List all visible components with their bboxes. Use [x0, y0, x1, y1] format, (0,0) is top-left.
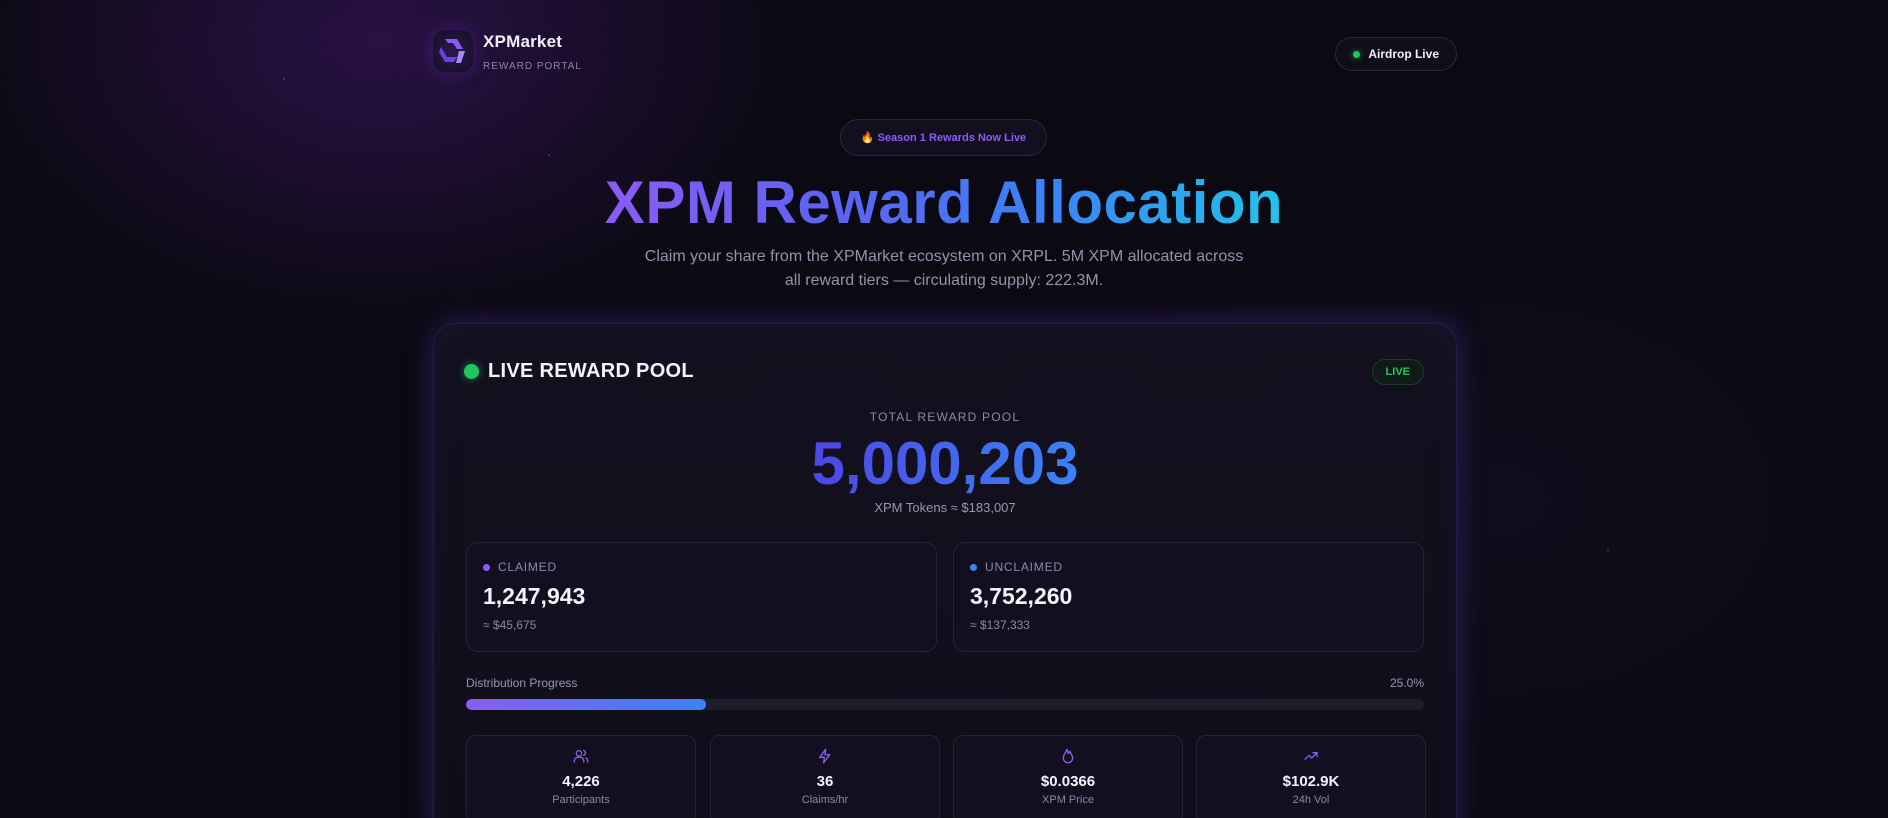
brand-name: XPMarket: [483, 32, 563, 51]
distribution-progress-fill: [466, 699, 706, 710]
users-icon: [573, 749, 589, 763]
total-pool-label: TOTAL REWARD POOL: [869, 410, 1021, 424]
metric-24h-volume: $102.9K 24h Vol: [1196, 735, 1426, 818]
page-title-text: XPM Reward Allocation: [604, 169, 1284, 236]
background-star: [283, 78, 285, 80]
claimed-value: 1,247,943: [483, 583, 586, 609]
progress-label: Distribution Progress: [466, 676, 578, 690]
page-subtitle: Claim your share from the XPMarket ecosy…: [644, 248, 1244, 289]
metric-claims-per-hour: 36 Claims/hr: [710, 735, 940, 818]
flame-icon: [1062, 748, 1074, 764]
metric-value: $0.0366: [1040, 773, 1096, 790]
metric-label: XPM Price: [1042, 794, 1094, 806]
live-indicator-icon: [464, 364, 479, 379]
lightning-icon: [819, 748, 831, 764]
pool-header-title: LIVE REWARD POOL: [488, 360, 694, 382]
metric-participants: 4,226 Participants: [466, 735, 696, 818]
metric-value: 36: [816, 773, 834, 790]
unclaimed-value: 3,752,260: [970, 583, 1073, 609]
claimed-usd: ≈ $45,675: [483, 618, 537, 632]
reward-pool-card: LIVE REWARD POOL LIVE TOTAL REWARD POOL …: [433, 323, 1457, 818]
distribution-progress-bar: [466, 699, 1424, 710]
airdrop-status-pill[interactable]: Airdrop Live: [1335, 37, 1457, 71]
unclaimed-dot-icon: [970, 563, 977, 571]
metric-value: $102.9K: [1282, 773, 1340, 790]
pool-header: LIVE REWARD POOL: [464, 360, 694, 383]
unclaimed-label: UNCLAIMED: [985, 560, 1063, 574]
xpmarket-logo-icon: [433, 30, 473, 72]
claimed-dot-icon: [483, 563, 490, 571]
background-star: [548, 154, 550, 156]
top-header: XPMarket REWARD PORTAL Airdrop Live: [433, 30, 1457, 80]
claimed-stat-box: CLAIMED 1,247,943 ≈ $45,675: [466, 542, 937, 652]
metric-label: Participants: [552, 794, 610, 806]
trending-up-icon: [1304, 752, 1318, 760]
total-pool-value: 5,000,203: [434, 428, 1456, 500]
live-status-dot-icon: [1353, 50, 1361, 58]
metric-value: 4,226: [562, 773, 600, 790]
brand-subtitle: REWARD PORTAL: [483, 61, 582, 72]
brand[interactable]: XPMarket REWARD PORTAL: [433, 30, 582, 72]
unclaimed-stat-box: UNCLAIMED 3,752,260 ≈ $137,333: [953, 542, 1424, 652]
total-pool-usd: XPM Tokens ≈ $183,007: [874, 500, 1016, 515]
metric-label: 24h Vol: [1292, 794, 1330, 806]
total-pool-number: 5,000,203: [811, 430, 1079, 497]
airdrop-status-label: Airdrop Live: [1368, 47, 1439, 61]
background-star: [1607, 549, 1609, 551]
metric-xpm-price: $0.0366 XPM Price: [953, 735, 1183, 818]
unclaimed-usd: ≈ $137,333: [970, 618, 1030, 632]
live-badge: LIVE: [1371, 359, 1424, 385]
season-badge: 🔥 Season 1 Rewards Now Live: [840, 119, 1047, 156]
page-title: XPM Reward Allocation: [0, 168, 1888, 238]
claimed-label: CLAIMED: [498, 560, 557, 574]
metric-label: Claims/hr: [801, 794, 849, 806]
progress-percent: 25.0%: [1389, 676, 1424, 690]
